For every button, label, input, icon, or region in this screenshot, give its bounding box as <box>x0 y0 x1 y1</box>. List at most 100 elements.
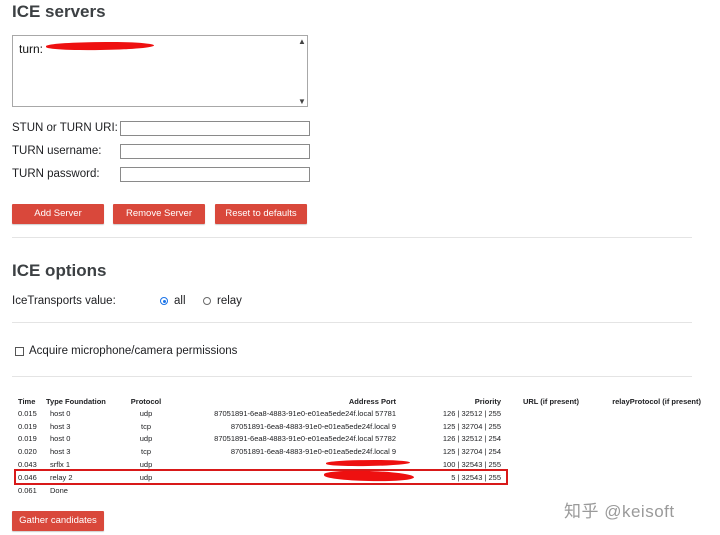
cell-time: 0.061 <box>18 485 37 495</box>
cell-foundation: 0 <box>66 434 71 444</box>
password-label: TURN password: <box>12 168 100 180</box>
cell-address: 87051891-6ea8-4883-91e0-e01ea5ede24f.loc… <box>214 408 374 418</box>
cell-url <box>501 445 601 458</box>
section-divider <box>12 322 692 323</box>
cell-relay-protocol <box>601 471 701 484</box>
cell-url <box>501 407 601 420</box>
cell-type-foundation: host 0 <box>46 433 116 446</box>
header-url: URL (if present) <box>522 396 580 406</box>
cell-url <box>501 471 601 484</box>
cell-type: srflx <box>50 460 64 470</box>
add-server-button[interactable]: Add Server <box>12 204 104 224</box>
cell-protocol: tcp <box>140 447 151 457</box>
cell-empty <box>176 484 396 497</box>
cell-address: 87051891-6ea8-4883-91e0-e01ea5ede24f.loc… <box>230 447 390 457</box>
cell-relay-protocol <box>601 407 701 420</box>
cell-done: Done <box>50 485 68 495</box>
table-row: 0.020 host 3 tcp 87051891-6ea8-4883-91e0-e0… <box>18 445 701 458</box>
header-protocol: Protocol <box>130 396 162 406</box>
table-row-done: 0.061 Done <box>18 484 701 497</box>
cell-foundation: 3 <box>66 421 71 431</box>
relay-candidate-highlight <box>14 469 508 485</box>
ice-options-heading: ICE options <box>12 261 107 280</box>
cell-relay-protocol <box>601 458 701 471</box>
cell-type: host <box>50 447 65 457</box>
listbox-scroll-up-icon[interactable]: ▲ <box>298 38 306 46</box>
ice-server-entry[interactable]: turn: <box>19 42 43 56</box>
uri-label: STUN or TURN URI: <box>12 122 118 134</box>
ice-transports-relay-radio[interactable] <box>203 297 211 305</box>
ice-servers-heading: ICE servers <box>12 2 106 21</box>
ice-transports-label: IceTransports value: <box>12 295 116 307</box>
header-port: Port <box>381 396 396 406</box>
cell-empty <box>116 484 176 497</box>
cell-priority: 126 | 32512 | 255 <box>442 408 501 418</box>
section-divider <box>12 376 692 377</box>
cell-time: 0.020 <box>18 447 37 457</box>
cell-address: 87051891-6ea8-4883-91e0-e01ea5ede24f.loc… <box>214 434 374 444</box>
cell-port: 57782 <box>375 434 396 444</box>
username-label: TURN username: <box>12 145 102 157</box>
cell-type-foundation: host 3 <box>46 420 116 433</box>
cell-time: 0.019 <box>18 434 37 444</box>
cell-foundation: 3 <box>66 447 71 457</box>
cell-address-port: 87051891-6ea8-4883-91e0-e01ea5ede24f.loc… <box>176 407 396 420</box>
section-divider <box>12 237 692 238</box>
header-type: Type <box>46 396 63 406</box>
remove-server-button[interactable]: Remove Server <box>113 204 205 224</box>
username-input[interactable] <box>120 144 310 159</box>
cell-time: 0.015 <box>18 408 37 418</box>
listbox-scroll-down-icon[interactable]: ▼ <box>298 98 306 106</box>
header-priority: Priority <box>474 396 501 406</box>
cell-type: host <box>50 408 65 418</box>
header-address-port: Address Port <box>176 395 396 407</box>
cell-empty <box>396 484 501 497</box>
cell-port: 9 <box>391 447 396 457</box>
cell-foundation: 0 <box>66 408 71 418</box>
acquire-permissions-label[interactable]: Acquire microphone/camera permissions <box>29 345 237 357</box>
cell-port: 57781 <box>375 408 396 418</box>
cell-priority: 125 | 32704 | 254 <box>442 447 501 457</box>
cell-protocol: udp <box>139 408 153 418</box>
cell-type: host <box>50 421 65 431</box>
cell-priority: 126 | 32512 | 254 <box>442 434 501 444</box>
uri-input[interactable] <box>120 121 310 136</box>
cell-priority: 125 | 32704 | 255 <box>442 421 501 431</box>
cell-address-port: 87051891-6ea8-4883-91e0-e01ea5ede24f.loc… <box>176 445 396 458</box>
cell-time: 0.019 <box>18 421 37 431</box>
ice-transports-relay-label[interactable]: relay <box>217 295 242 307</box>
watermark: 知乎 @keisoft <box>564 502 675 521</box>
ice-transports-all-radio[interactable] <box>160 297 168 305</box>
table-row: 0.019 host 3 tcp 87051891-6ea8-4883-91e0-e0… <box>18 420 701 433</box>
reset-defaults-button[interactable]: Reset to defaults <box>215 204 307 224</box>
cell-type-foundation: host 0 <box>46 407 116 420</box>
ice-transports-all-label[interactable]: all <box>174 295 186 307</box>
header-foundation: Foundation <box>65 396 106 406</box>
header-relay-protocol: relayProtocol (if present) <box>612 396 701 406</box>
cell-relay-protocol <box>601 420 701 433</box>
ice-server-entry-prefix: turn: <box>19 42 44 56</box>
cell-url <box>501 433 601 446</box>
cell-protocol: udp <box>139 434 153 444</box>
cell-foundation: 1 <box>65 460 71 470</box>
cell-type: host <box>50 434 65 444</box>
password-input[interactable] <box>120 167 310 182</box>
table-row: 0.015 host 0 udp 87051891-6ea8-4883-91e0-e0… <box>18 407 701 420</box>
cell-relay-protocol <box>601 433 701 446</box>
cell-address: 87051891-6ea8-4883-91e0-e01ea5ede24f.loc… <box>230 421 390 431</box>
header-type-foundation: Type Foundation <box>46 395 116 407</box>
cell-empty <box>501 484 601 497</box>
cell-protocol: tcp <box>140 421 151 431</box>
acquire-permissions-checkbox[interactable] <box>15 347 24 356</box>
table-row: 0.019 host 0 udp 87051891-6ea8-4883-91e0-e0… <box>18 433 701 446</box>
gather-candidates-button[interactable]: Gather candidates <box>12 511 104 531</box>
cell-address-port: 87051891-6ea8-4883-91e0-e01ea5ede24f.loc… <box>176 420 396 433</box>
cell-relay-protocol <box>601 445 701 458</box>
cell-type-foundation: host 3 <box>46 445 116 458</box>
cell-empty <box>601 484 701 497</box>
header-address: Address <box>348 396 379 406</box>
cell-url <box>501 420 601 433</box>
cell-port: 9 <box>391 421 396 431</box>
cell-url <box>501 458 601 471</box>
cell-address-port: 87051891-6ea8-4883-91e0-e01ea5ede24f.loc… <box>176 433 396 446</box>
